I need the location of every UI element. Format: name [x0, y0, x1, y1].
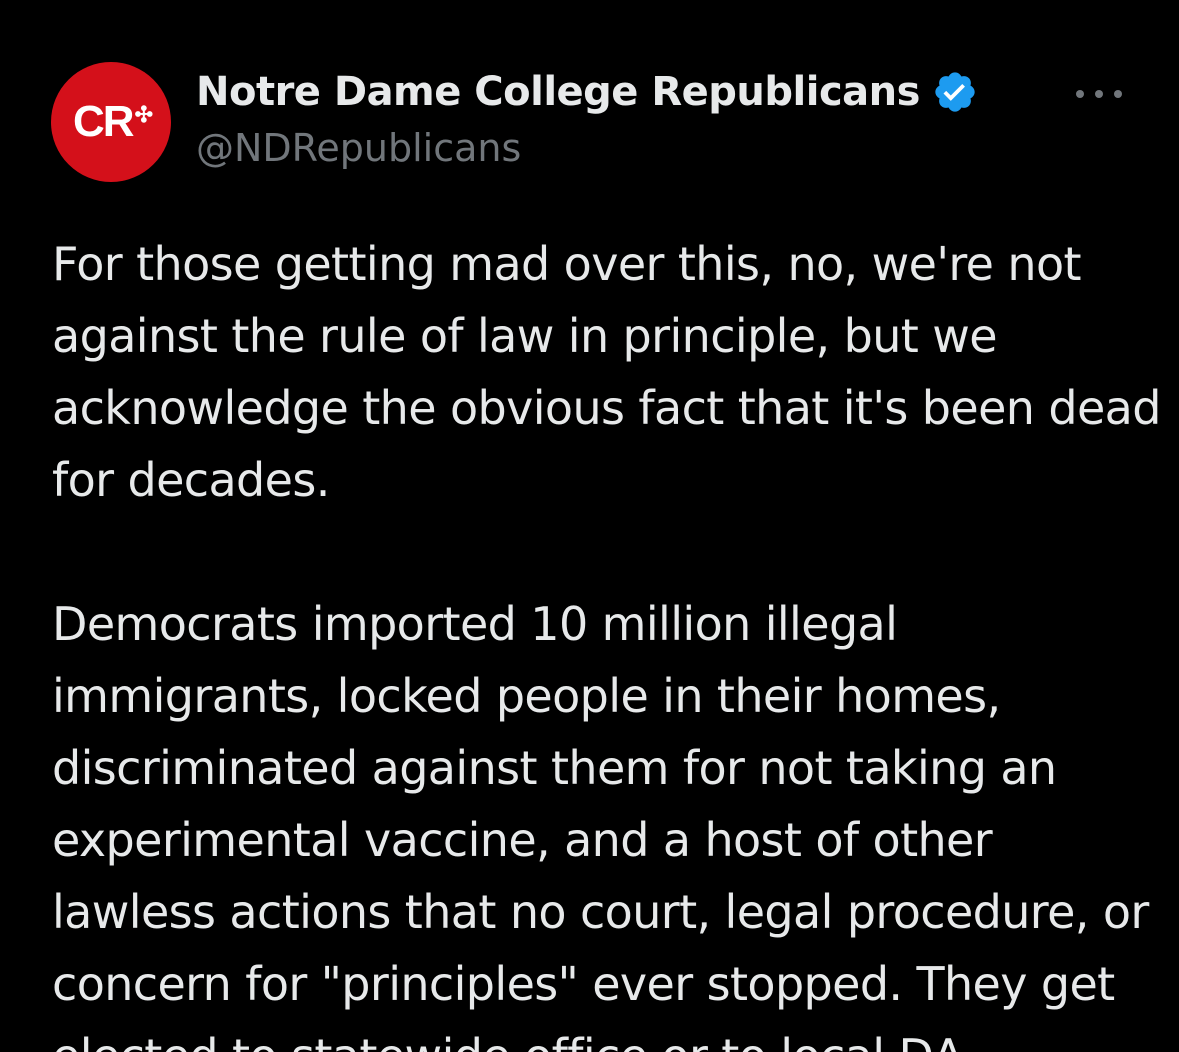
display-name[interactable]: Notre Dame College Republicans [196, 69, 920, 115]
avatar-logo: CR ✣ [73, 97, 153, 147]
tweet-text: For those getting mad over this, no, we'… [52, 237, 1161, 1052]
handle[interactable]: @NDRepublicans [196, 126, 980, 170]
more-dot [1076, 90, 1084, 98]
verified-badge-icon[interactable] [930, 67, 980, 117]
avatar[interactable]: CR ✣ [51, 62, 171, 182]
tweet-header: Notre Dame College Republicans @NDRepubl… [196, 66, 980, 170]
avatar-logo-text: CR [73, 97, 135, 146]
more-options-icon[interactable] [1072, 80, 1126, 108]
more-dot [1114, 90, 1122, 98]
more-dot [1095, 90, 1103, 98]
name-row: Notre Dame College Republicans [196, 66, 980, 118]
avatar-logo-mark: ✣ [134, 102, 153, 127]
